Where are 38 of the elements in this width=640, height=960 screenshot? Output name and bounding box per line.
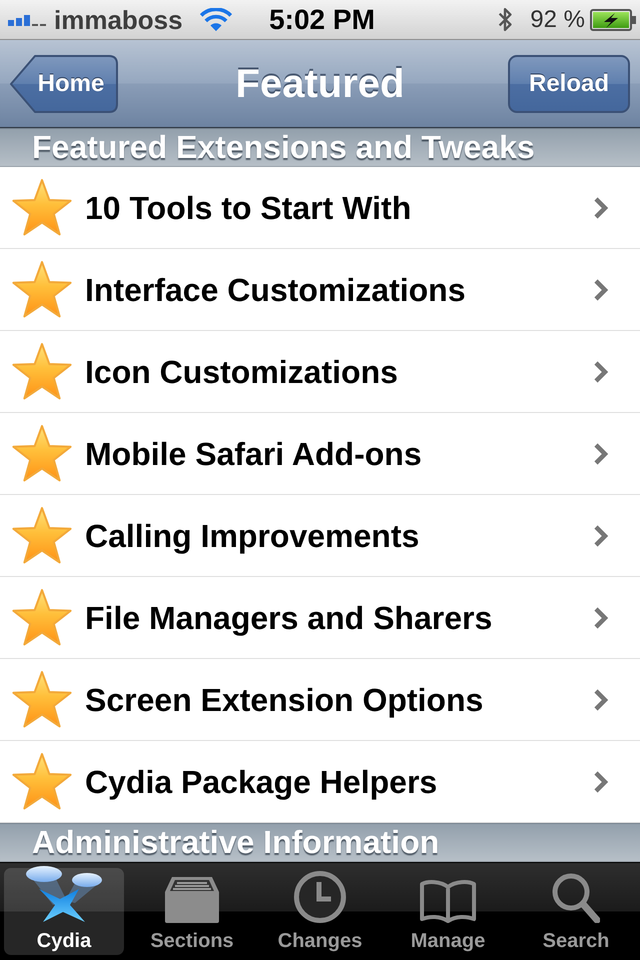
- book-icon: [420, 879, 476, 923]
- battery-charging-icon: [590, 8, 636, 30]
- tab[interactable]: Sections: [132, 868, 252, 955]
- chevron-icon: [592, 770, 610, 794]
- star-icon: [12, 507, 72, 564]
- search-icon: [552, 873, 600, 923]
- star-icon: [12, 425, 72, 482]
- chevron-icon: [592, 688, 610, 712]
- battery-percent: 92 %: [530, 4, 585, 34]
- chevron-icon: [592, 442, 610, 466]
- star-icon: [12, 261, 72, 318]
- status-time: 5:02 PM: [269, 4, 375, 34]
- wifi-icon: [198, 8, 233, 32]
- chevron-icon: [592, 278, 610, 302]
- tab[interactable]: Changes: [260, 868, 380, 955]
- screen-title: Featured: [236, 60, 404, 108]
- star-icon: [12, 343, 72, 400]
- chevron-icon: [592, 360, 610, 384]
- tab[interactable]: Cydia: [4, 868, 124, 955]
- section-header: Featured Extensions and Tweaks: [0, 128, 640, 167]
- reload-button[interactable]: Reload: [508, 54, 630, 112]
- clock-icon: [294, 871, 346, 923]
- tab[interactable]: Manage: [388, 868, 508, 955]
- star-icon: [12, 179, 72, 236]
- chevron-icon: [592, 524, 610, 548]
- section-header: Administrative Information: [0, 823, 640, 862]
- file-box-icon: [165, 877, 219, 923]
- tab[interactable]: Search: [516, 868, 636, 955]
- chevron-icon: [592, 196, 610, 220]
- star-icon: [12, 589, 72, 646]
- carrier-name: immaboss: [54, 4, 183, 34]
- bluetooth-icon: [496, 6, 514, 34]
- chevron-icon: [592, 606, 610, 630]
- app-logo-icon: [25, 865, 103, 923]
- star-icon: [12, 671, 72, 728]
- star-icon: [12, 753, 72, 810]
- back-button[interactable]: Home: [10, 54, 118, 112]
- signal-strength-icon: [8, 14, 46, 26]
